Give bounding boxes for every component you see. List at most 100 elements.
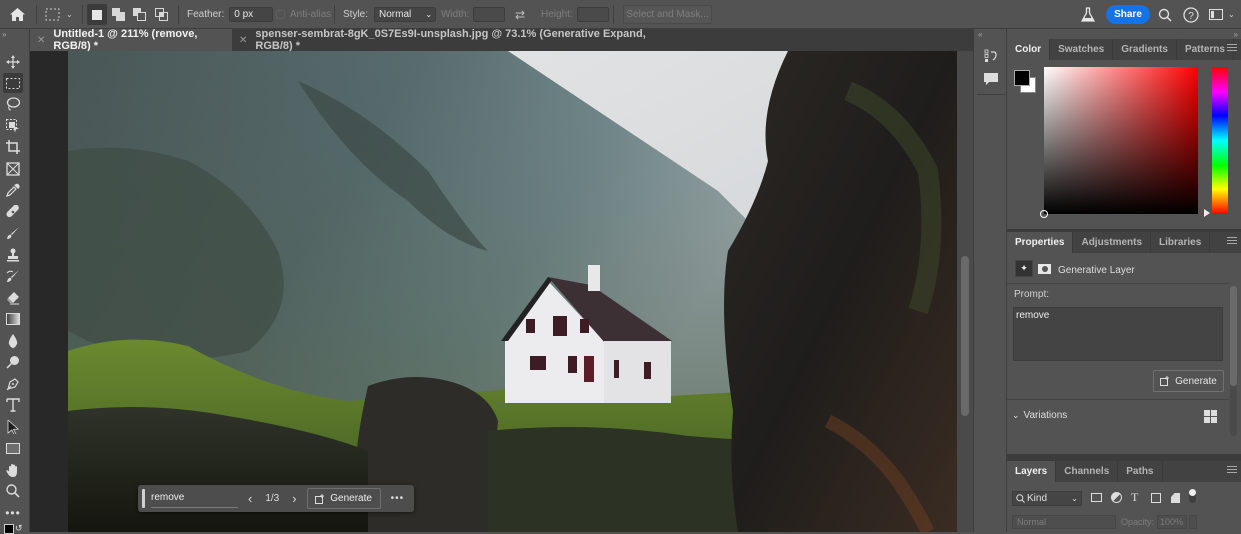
search-button[interactable]: [1158, 0, 1172, 29]
select-and-mask-button[interactable]: Select and Mask...: [623, 5, 712, 24]
tab-properties[interactable]: Properties: [1007, 232, 1074, 253]
filter-pixel-layers-icon[interactable]: [1091, 493, 1102, 502]
hand-tool[interactable]: [3, 460, 23, 480]
move-tool[interactable]: [3, 52, 23, 72]
history-brush-tool[interactable]: [3, 266, 23, 286]
more-tools-button[interactable]: •••: [3, 503, 23, 523]
tab-color[interactable]: Color: [1007, 39, 1051, 60]
canvas-area[interactable]: [30, 51, 957, 532]
home-button[interactable]: [9, 0, 26, 29]
dodge-tool[interactable]: [3, 352, 23, 372]
document-canvas[interactable]: [68, 51, 957, 532]
tab-gradients[interactable]: Gradients: [1113, 39, 1177, 60]
color-field[interactable]: [1040, 67, 1198, 218]
close-tab-icon[interactable]: ✕: [239, 35, 247, 46]
layer-mask-icon[interactable]: [1038, 264, 1051, 274]
eraser-tool[interactable]: [3, 288, 23, 308]
pen-tool[interactable]: [3, 374, 23, 394]
clone-stamp-tool[interactable]: [3, 245, 23, 265]
properties-generate-button[interactable]: Generate: [1153, 370, 1224, 392]
previous-variation-button[interactable]: ‹: [248, 491, 252, 506]
expand-panels-icon[interactable]: »: [1234, 30, 1238, 39]
hue-slider-handle[interactable]: [1204, 209, 1210, 217]
crop-tool[interactable]: [3, 137, 23, 157]
more-options-icon[interactable]: •••: [391, 493, 405, 504]
height-input[interactable]: [576, 7, 609, 22]
intersect-selection-button[interactable]: [155, 0, 168, 29]
drag-handle[interactable]: [142, 489, 145, 508]
new-selection-button[interactable]: [87, 4, 107, 25]
lasso-tool[interactable]: [3, 94, 23, 114]
add-to-selection-button[interactable]: [112, 0, 125, 29]
foreground-background-swatch[interactable]: [4, 524, 14, 534]
collapse-toolbar-icon[interactable]: »: [2, 30, 6, 39]
collapse-panels-icon[interactable]: «: [978, 30, 982, 39]
scrollbar-thumb[interactable]: [1230, 286, 1237, 386]
type-tool[interactable]: [3, 395, 23, 415]
variations-grid-icon[interactable]: [1204, 410, 1217, 423]
zoom-tool[interactable]: [3, 481, 23, 501]
swap-colors-icon[interactable]: ↺: [15, 523, 23, 534]
panel-menu-icon[interactable]: [1227, 44, 1237, 54]
filter-smart-objects-icon[interactable]: [1171, 493, 1180, 503]
gradient-tool[interactable]: [3, 309, 23, 329]
width-input[interactable]: [473, 7, 506, 22]
tab-paths[interactable]: Paths: [1118, 461, 1163, 482]
generative-layer-icon: ✦: [1015, 260, 1033, 277]
filter-type-layers-icon[interactable]: T: [1131, 490, 1138, 505]
panel-menu-icon[interactable]: [1227, 466, 1237, 476]
marquee-preset-picker[interactable]: ⌄: [45, 0, 73, 29]
tab-layers[interactable]: Layers: [1007, 461, 1057, 482]
blur-tool[interactable]: [3, 331, 23, 351]
subtract-from-selection-button[interactable]: [133, 0, 146, 29]
hue-slider[interactable]: [1212, 67, 1228, 214]
comments-panel-button[interactable]: [984, 73, 998, 89]
frame-tool[interactable]: [3, 159, 23, 179]
brush-tool[interactable]: [3, 223, 23, 243]
svg-text:?: ?: [1188, 11, 1194, 22]
properties-scrollbar[interactable]: [1230, 286, 1237, 436]
filter-toggle-switch[interactable]: [1189, 489, 1196, 503]
rectangle-icon: [6, 442, 20, 454]
color-picker-handle[interactable]: [1040, 210, 1048, 218]
generate-button[interactable]: Generate: [306, 488, 381, 509]
rectangular-marquee-tool[interactable]: [3, 73, 23, 93]
anti-alias-checkbox[interactable]: [276, 10, 285, 19]
tab-adjustments[interactable]: Adjustments: [1073, 232, 1152, 253]
style-select[interactable]: Normal ⌄: [374, 7, 437, 22]
scrollbar-thumb[interactable]: [961, 256, 969, 416]
spot-healing-brush-tool[interactable]: [3, 202, 23, 222]
help-button[interactable]: ?: [1183, 0, 1199, 29]
blend-mode-select[interactable]: Normal: [1012, 515, 1116, 529]
opacity-input[interactable]: 100%: [1157, 515, 1187, 529]
tab-channels[interactable]: Channels: [1056, 461, 1119, 482]
eyedropper-tool[interactable]: [3, 180, 23, 200]
tab-swatches[interactable]: Swatches: [1050, 39, 1114, 60]
history-panel-button[interactable]: [984, 49, 998, 66]
layer-filter-select[interactable]: Kind ⌄: [1012, 491, 1082, 506]
tab-spenser-sembrat-image[interactable]: ✕ spenser-sembrat-8gK_0S7Es9I-unsplash.j…: [232, 28, 662, 52]
prompt-textarea[interactable]: remove: [1013, 307, 1223, 361]
vertical-scrollbar[interactable]: [957, 51, 973, 532]
object-selection-tool[interactable]: [3, 116, 23, 136]
foreground-color-swatch[interactable]: [1014, 70, 1030, 86]
workspace-switcher[interactable]: ⌄: [1209, 0, 1235, 29]
filter-shape-layers-icon[interactable]: [1151, 493, 1161, 503]
opacity-dropdown-button[interactable]: [1189, 515, 1197, 529]
feather-input[interactable]: 0 px: [229, 7, 274, 22]
rectangle-tool[interactable]: [3, 438, 23, 458]
prompt-input[interactable]: remove: [151, 490, 238, 508]
tab-libraries[interactable]: Libraries: [1151, 232, 1211, 253]
variations-section-toggle[interactable]: ⌄ Variations: [1012, 410, 1067, 421]
close-tab-icon[interactable]: ✕: [37, 35, 45, 46]
panel-menu-icon[interactable]: [1227, 237, 1237, 247]
tab-untitled-1[interactable]: ✕ Untitled-1 @ 211% (remove, RGB/8) *: [30, 28, 232, 52]
gradient-icon: [6, 313, 20, 325]
next-variation-button[interactable]: ›: [292, 491, 296, 506]
tab-patterns[interactable]: Patterns: [1177, 39, 1234, 60]
path-selection-tool[interactable]: [3, 417, 23, 437]
filter-adjustment-layers-icon[interactable]: [1111, 492, 1122, 503]
beta-features-button[interactable]: [1081, 0, 1095, 29]
swap-dimensions-button[interactable]: ⇄: [515, 0, 525, 29]
share-button[interactable]: Share: [1106, 5, 1150, 24]
